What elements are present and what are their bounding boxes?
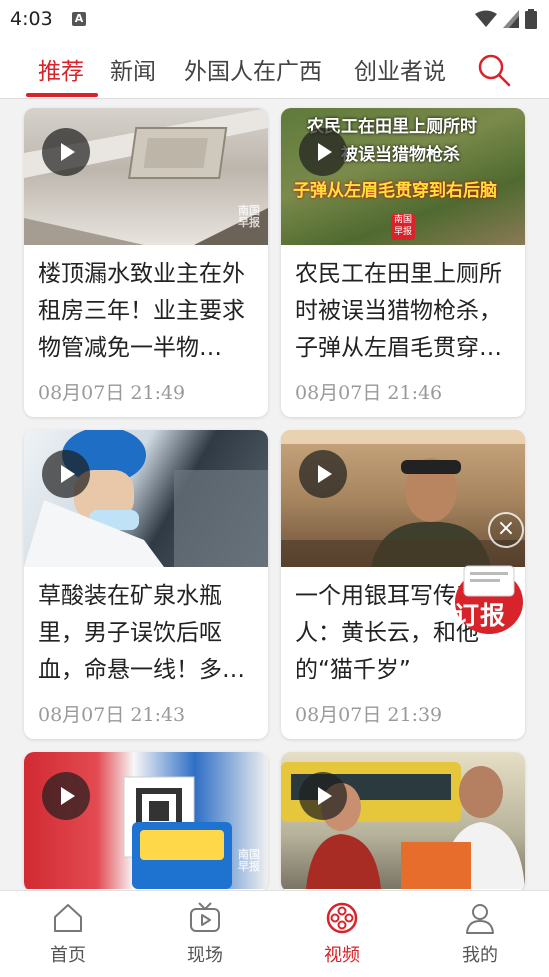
play-icon[interactable] bbox=[299, 128, 347, 176]
card-title: 草酸装在矿泉水瓶里，男子误饮后呕血，命悬一线！多… bbox=[38, 583, 245, 683]
video-thumbnail bbox=[281, 752, 525, 889]
card-timestamp: 08月07日 21:39 bbox=[295, 704, 443, 726]
subscribe-badge[interactable]: 订报 bbox=[450, 560, 528, 638]
nav-label: 首页 bbox=[50, 945, 86, 966]
nav-home[interactable]: 首页 bbox=[28, 901, 108, 967]
tab-recommend[interactable]: 推荐 bbox=[38, 52, 84, 86]
status-icons bbox=[475, 9, 537, 29]
signal-icon bbox=[503, 10, 519, 28]
card-title: 楼顶漏水致业主在外租房三年！业主要求物管减免一半物… bbox=[38, 261, 245, 361]
status-bar: 4:03 A bbox=[0, 0, 549, 38]
play-icon[interactable] bbox=[42, 450, 90, 498]
nav-video[interactable]: 视频 bbox=[302, 901, 382, 967]
home-icon bbox=[54, 904, 82, 932]
nav-live[interactable]: 现场 bbox=[165, 901, 245, 967]
thumb-caption: 子弹从左眉毛贯穿到右后脑 bbox=[293, 181, 497, 201]
video-thumbnail: 南国早报 bbox=[24, 752, 268, 889]
nav-label: 现场 bbox=[187, 945, 223, 966]
play-icon[interactable] bbox=[299, 450, 347, 498]
video-thumbnail: 南国早报 南国早报 bbox=[24, 108, 268, 245]
video-card[interactable]: 南国早报 bbox=[24, 752, 268, 890]
close-icon[interactable]: × bbox=[488, 512, 524, 548]
active-tab-indicator bbox=[26, 93, 98, 97]
tab-entrepreneurs[interactable]: 创业者说 bbox=[354, 52, 446, 86]
video-thumbnail: 农民工在田里上厕所时 被误当猎物枪杀 子弹从左眉毛贯穿到右后脑 南国早报 bbox=[281, 108, 525, 245]
play-icon[interactable] bbox=[42, 128, 90, 176]
tv-icon bbox=[190, 902, 220, 932]
video-thumbnail bbox=[24, 430, 268, 567]
video-card[interactable] bbox=[281, 752, 525, 890]
card-timestamp: 08月07日 21:49 bbox=[38, 382, 186, 404]
video-feed[interactable]: 南国早报 南国早报 楼顶漏水致业主在外租房三年！业主要求物管减免一半物… 08月… bbox=[0, 99, 549, 890]
card-timestamp: 08月07日 21:43 bbox=[38, 704, 186, 726]
user-icon bbox=[466, 904, 494, 934]
battery-icon bbox=[525, 9, 537, 29]
watermark-logo: 南国早报 bbox=[238, 848, 260, 873]
video-card[interactable]: 草酸装在矿泉水瓶里，男子误饮后呕血，命悬一线！多… 08月07日 21:43 bbox=[24, 430, 268, 739]
tab-news[interactable]: 新闻 bbox=[110, 52, 156, 86]
notification-a-icon: A bbox=[72, 12, 86, 26]
video-thumbnail bbox=[281, 430, 525, 567]
card-timestamp: 08月07日 21:46 bbox=[295, 382, 443, 404]
video-card[interactable]: 南国早报 南国早报 楼顶漏水致业主在外租房三年！业主要求物管减免一半物… 08月… bbox=[24, 108, 268, 417]
top-tab-bar: 推荐 新闻 外国人在广西 创业者说 bbox=[0, 38, 549, 99]
watermark-logo: 南国早报 bbox=[238, 204, 260, 229]
wifi-icon bbox=[475, 10, 497, 27]
tab-foreigners-in-guangxi[interactable]: 外国人在广西 bbox=[184, 52, 322, 86]
card-title: 农民工在田里上厕所时被误当猎物枪杀，子弹从左眉毛贯穿… bbox=[295, 261, 502, 361]
nav-label: 视频 bbox=[324, 945, 360, 966]
film-reel-icon bbox=[326, 902, 358, 934]
nav-label: 我的 bbox=[462, 945, 498, 966]
search-icon[interactable] bbox=[476, 52, 512, 88]
status-time: 4:03 bbox=[10, 8, 53, 30]
nav-profile[interactable]: 我的 bbox=[440, 901, 520, 967]
play-icon[interactable] bbox=[42, 772, 90, 820]
video-card[interactable]: 农民工在田里上厕所时 被误当猎物枪杀 子弹从左眉毛贯穿到右后脑 南国早报 农民工… bbox=[281, 108, 525, 417]
subscribe-badge-label: 订报 bbox=[454, 601, 507, 630]
thumb-caption: 被误当猎物枪杀 bbox=[341, 145, 460, 165]
nanguo-badge: 南国早报 bbox=[391, 214, 415, 240]
bottom-nav: 首页 现场 视频 我的 bbox=[0, 890, 549, 977]
play-icon[interactable] bbox=[299, 772, 347, 820]
